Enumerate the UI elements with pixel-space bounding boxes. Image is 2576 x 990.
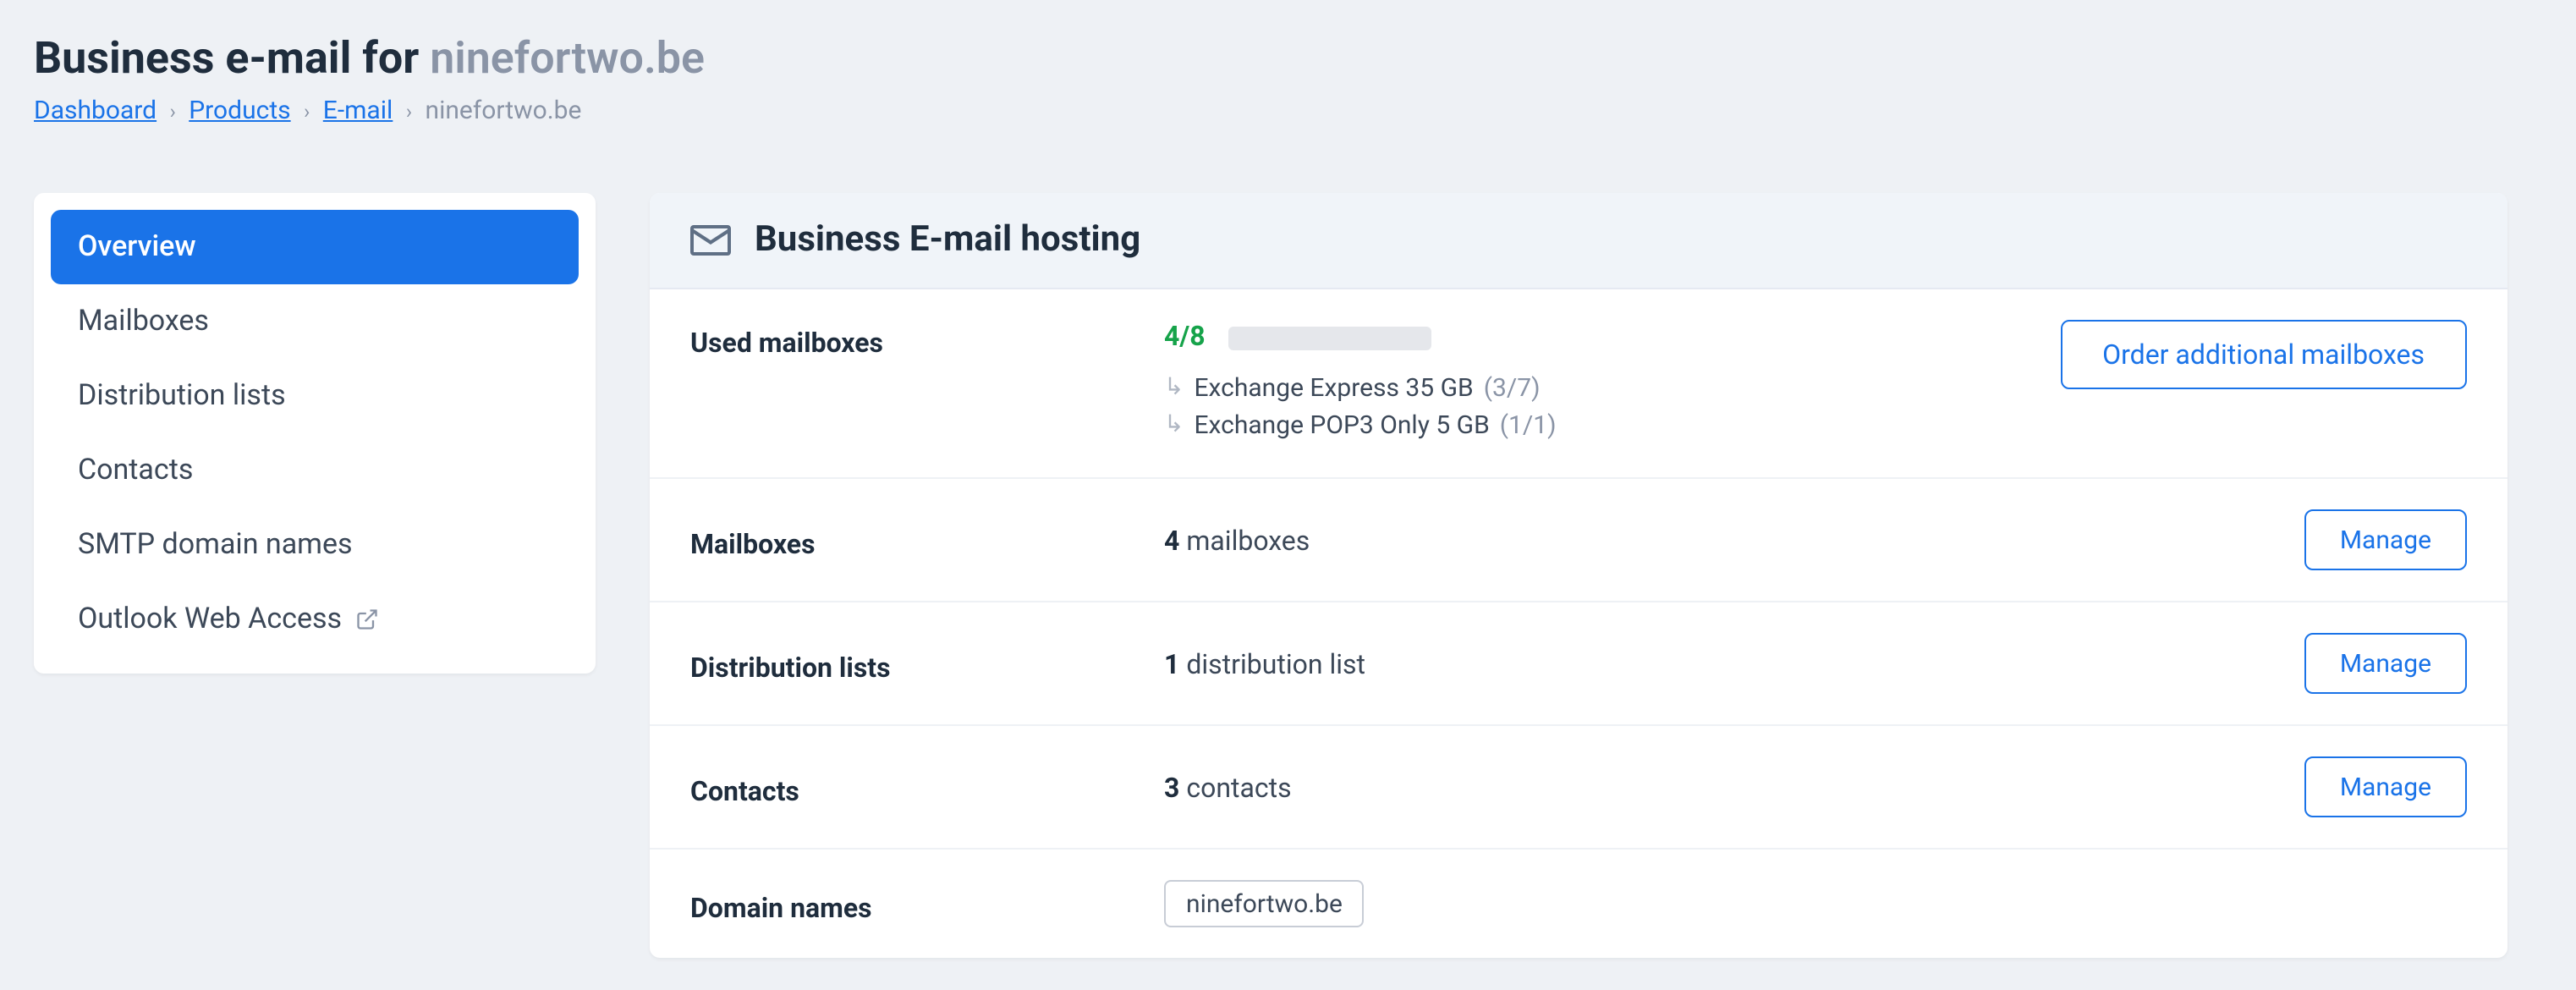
row-label-distribution-lists: Distribution lists [690, 644, 1164, 683]
breadcrumb-dashboard[interactable]: Dashboard [34, 95, 157, 125]
sidebar-item-smtp-domain-names[interactable]: SMTP domain names [51, 508, 579, 582]
row-mailboxes: Mailboxes 4 mailboxes Manage [650, 479, 2507, 602]
sidebar-item-contacts[interactable]: Contacts [51, 433, 579, 508]
breakdown-count: (1/1) [1500, 410, 1557, 440]
contacts-count: 3 [1164, 771, 1179, 803]
row-value-contacts: 3 contacts [1164, 771, 2304, 803]
panel-title: Business E-mail hosting [755, 220, 1140, 261]
row-value-mailboxes: 4 mailboxes [1164, 524, 2304, 556]
row-label-domain-names: Domain names [690, 884, 1164, 923]
mailboxes-count: 4 [1164, 524, 1179, 556]
row-label-contacts: Contacts [690, 767, 1164, 806]
row-label-used-mailboxes: Used mailboxes [690, 320, 1164, 359]
breakdown-count: (3/7) [1484, 372, 1541, 403]
sidebar-item-label: Distribution lists [78, 379, 286, 413]
breadcrumb: Dashboard › Products › E-mail › ninefort… [34, 95, 2541, 125]
breadcrumb-products[interactable]: Products [189, 95, 290, 125]
row-distribution-lists: Distribution lists 1 distribution list M… [650, 602, 2507, 726]
page-title-domain: ninefortwo.be [430, 34, 705, 85]
sidebar-item-label: Mailboxes [78, 305, 209, 338]
order-mailboxes-button[interactable]: Order additional mailboxes [2060, 320, 2467, 389]
mail-icon [690, 225, 731, 256]
breakdown-item: ↳ Exchange Express 35 GB (3/7) [1164, 372, 2060, 403]
progress-bar [1229, 327, 1432, 350]
sidebar-item-overview[interactable]: Overview [51, 210, 579, 284]
sub-arrow-icon: ↳ [1164, 411, 1184, 438]
breakdown-name: Exchange POP3 Only 5 GB [1194, 410, 1489, 440]
row-used-mailboxes: Used mailboxes 4/8 ↳ Exchange Express 35… [650, 289, 2507, 479]
distribution-lists-unit: distribution list [1179, 647, 1365, 679]
external-link-icon [355, 608, 379, 631]
row-value-distribution-lists: 1 distribution list [1164, 647, 2304, 679]
breadcrumb-separator: › [170, 100, 176, 124]
main-panel: Business E-mail hosting Used mailboxes 4… [650, 193, 2507, 958]
manage-contacts-button[interactable]: Manage [2304, 756, 2467, 817]
sub-arrow-icon: ↳ [1164, 374, 1184, 401]
page-title: Business e-mail for ninefortwo.be [34, 34, 2541, 85]
sidebar-item-mailboxes[interactable]: Mailboxes [51, 284, 579, 359]
contacts-unit: contacts [1179, 771, 1291, 803]
sidebar-item-label: SMTP domain names [78, 528, 353, 562]
sidebar-item-label: Overview [78, 230, 196, 264]
panel-header: Business E-mail hosting [650, 193, 2507, 289]
row-value-used-mailboxes: 4/8 ↳ Exchange Express 35 GB (3/7) [1164, 320, 2060, 447]
sidebar: Overview Mailboxes Distribution lists Co… [34, 193, 596, 674]
sidebar-item-label: Outlook Web Access [78, 602, 342, 636]
breadcrumb-separator: › [304, 100, 310, 124]
breadcrumb-current: ninefortwo.be [426, 95, 582, 125]
sidebar-item-label: Contacts [78, 454, 193, 487]
row-domain-names: Domain names ninefortwo.be [650, 850, 2507, 958]
usage-count: 4/8 [1164, 320, 1206, 352]
row-contacts: Contacts 3 contacts Manage [650, 726, 2507, 850]
sidebar-item-distribution-lists[interactable]: Distribution lists [51, 359, 579, 433]
page-title-prefix: Business e-mail for [34, 34, 430, 85]
domain-chip[interactable]: ninefortwo.be [1164, 880, 1365, 927]
breadcrumb-separator: › [406, 100, 412, 124]
mailboxes-unit: mailboxes [1179, 524, 1310, 556]
distribution-lists-count: 1 [1164, 647, 1179, 679]
row-value-domain-names: ninefortwo.be [1164, 880, 2467, 927]
breakdown-name: Exchange Express 35 GB [1194, 372, 1473, 403]
breakdown-item: ↳ Exchange POP3 Only 5 GB (1/1) [1164, 410, 2060, 440]
sidebar-item-outlook-web-access[interactable]: Outlook Web Access [51, 582, 579, 657]
manage-distribution-lists-button[interactable]: Manage [2304, 633, 2467, 694]
manage-mailboxes-button[interactable]: Manage [2304, 509, 2467, 570]
breakdown-list: ↳ Exchange Express 35 GB (3/7) ↳ Exchang… [1164, 372, 2060, 440]
row-label-mailboxes: Mailboxes [690, 520, 1164, 559]
breadcrumb-email[interactable]: E-mail [323, 95, 393, 125]
